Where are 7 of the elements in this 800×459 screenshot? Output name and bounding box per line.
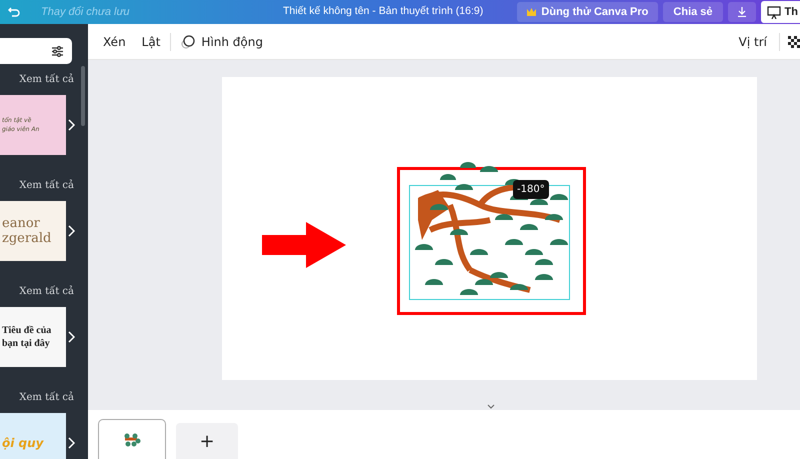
template-text: zgerald <box>2 231 52 246</box>
template-text: bạn tại đây <box>2 337 51 350</box>
unsaved-status: Thay đổi chưa lưu <box>41 4 130 20</box>
template-text: ội quy <box>2 435 45 452</box>
template-text: eanor <box>2 216 41 231</box>
template-text: Tiêu đề của <box>2 324 52 337</box>
rotation-tooltip: -180° <box>513 180 549 199</box>
